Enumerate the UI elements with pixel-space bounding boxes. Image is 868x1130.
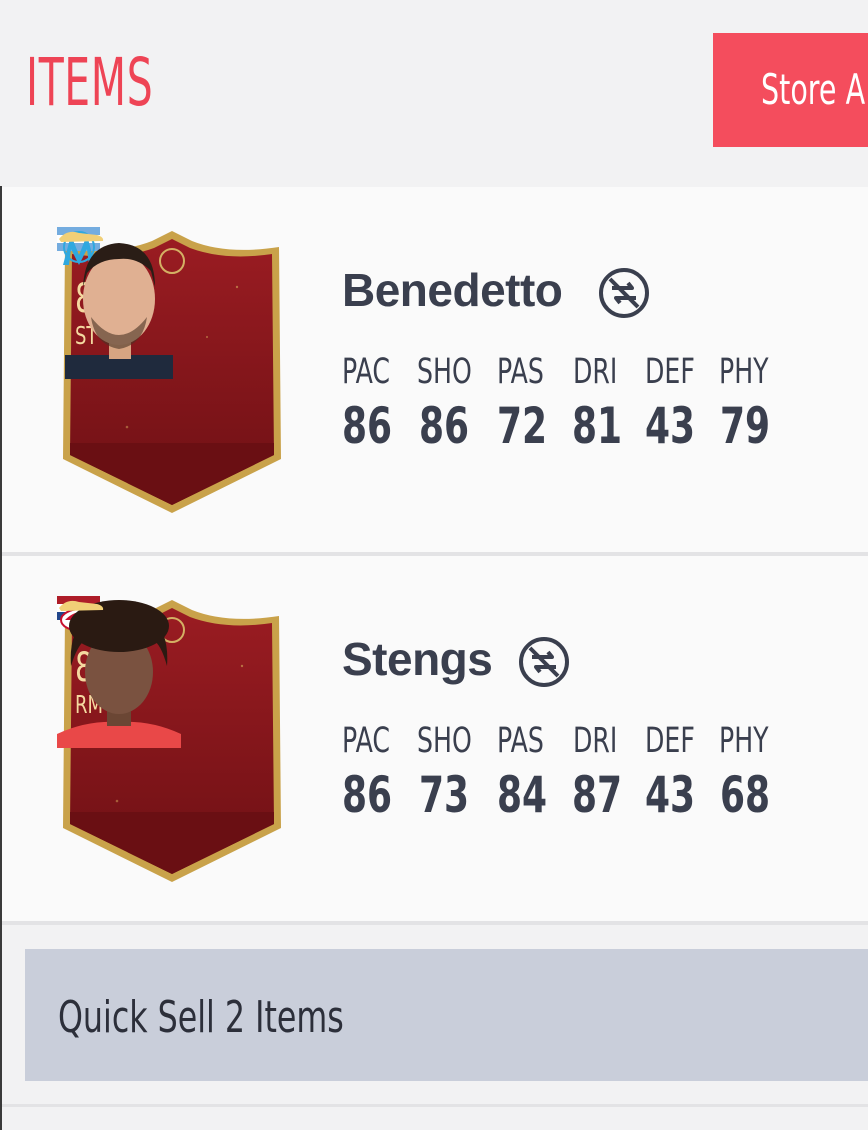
list-item[interactable]: 84 ST Benedetto PAC SHO PAS DRI DEF — [2, 187, 868, 552]
player-name: Benedetto — [342, 264, 563, 316]
stat-label-dri: DRI — [573, 352, 618, 392]
stat-label-pas: PAS — [497, 352, 544, 392]
stat-value-def: 43 — [645, 766, 696, 824]
stat-value-sho: 86 — [419, 397, 470, 455]
player-name: Stengs — [342, 633, 493, 685]
stat-label-pac: PAC — [342, 721, 390, 761]
player-photo-icon — [65, 243, 173, 379]
list-item[interactable]: 84 RM AZ Stengs PAC SHO PAS DRI DEF — [2, 556, 868, 921]
store-all-button-label: Store A — [761, 65, 866, 114]
bottom-divider — [2, 1104, 868, 1107]
player-card[interactable]: 84 ST — [57, 227, 287, 517]
boot-icon — [59, 231, 104, 242]
boot-icon — [59, 600, 104, 611]
store-all-button[interactable]: Store A — [713, 33, 868, 147]
stat-value-sho: 73 — [419, 766, 470, 824]
items-header: ITEMS Store A — [0, 0, 868, 186]
stat-label-sho: SHO — [417, 721, 472, 761]
stat-value-dri: 87 — [572, 766, 623, 824]
stat-value-pas: 72 — [497, 397, 548, 455]
stat-label-pac: PAC — [342, 352, 390, 392]
stat-value-phy: 79 — [720, 397, 771, 455]
untradeable-icon — [599, 268, 649, 318]
page-title: ITEMS — [26, 44, 154, 121]
stat-value-pac: 86 — [342, 766, 393, 824]
stat-value-dri: 81 — [572, 397, 623, 455]
stat-value-def: 43 — [645, 397, 696, 455]
stat-label-def: DEF — [645, 352, 695, 392]
stat-value-pas: 84 — [497, 766, 548, 824]
player-photo-icon — [57, 600, 181, 748]
stat-label-def: DEF — [645, 721, 695, 761]
quick-sell-button[interactable]: Quick Sell 2 Items — [25, 949, 868, 1081]
stat-label-dri: DRI — [573, 721, 618, 761]
stat-label-pas: PAS — [497, 721, 544, 761]
stat-value-phy: 68 — [720, 766, 771, 824]
stat-value-pac: 86 — [342, 397, 393, 455]
player-card[interactable]: 84 RM AZ — [57, 596, 287, 886]
row-divider — [2, 921, 868, 925]
stat-label-phy: PHY — [719, 352, 769, 392]
quick-sell-label: Quick Sell 2 Items — [58, 992, 344, 1043]
stat-label-phy: PHY — [719, 721, 769, 761]
untradeable-icon — [519, 637, 569, 687]
stat-label-sho: SHO — [417, 352, 472, 392]
